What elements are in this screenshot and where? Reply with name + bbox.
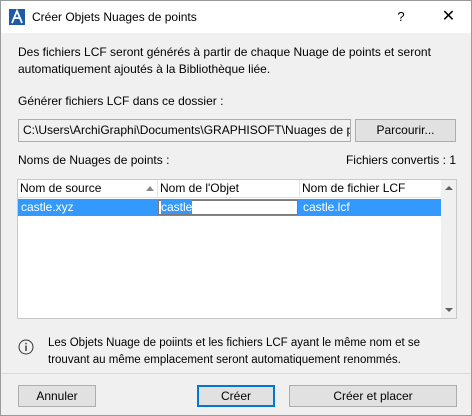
rename-notice: Les Objets Nuage de poiints et les fichi… bbox=[48, 335, 448, 369]
scroll-down-icon[interactable] bbox=[445, 308, 453, 312]
cancel-button[interactable]: Annuler bbox=[18, 385, 96, 407]
description-line-1: Des fichiers LCF seront générés à partir… bbox=[18, 45, 431, 59]
vertical-scrollbar[interactable] bbox=[441, 180, 456, 318]
scroll-up-icon[interactable] bbox=[445, 186, 453, 190]
rename-notice-line-2: trouvant au même emplacement seront auto… bbox=[48, 354, 401, 366]
description-text: Des fichiers LCF seront générés à partir… bbox=[18, 44, 458, 78]
close-button[interactable]: ✕ bbox=[426, 1, 471, 33]
window-title: Créer Objets Nuages de points bbox=[32, 10, 197, 24]
title-bar: Créer Objets Nuages de points ? ✕ bbox=[1, 1, 471, 33]
converted-files-count: Fichiers convertis : 1 bbox=[345, 153, 456, 167]
folder-label: Générer fichiers LCF dans ce dossier : bbox=[18, 94, 224, 108]
create-and-place-button[interactable]: Créer et placer bbox=[289, 385, 457, 407]
browse-button[interactable]: Parcourir... bbox=[355, 119, 456, 142]
cell-source-name: castle.xyz bbox=[21, 200, 74, 214]
object-name-value: castle bbox=[161, 200, 193, 214]
footer-divider bbox=[1, 373, 471, 374]
create-button[interactable]: Créer bbox=[197, 385, 275, 407]
dialog-window: Créer Objets Nuages de points ? ✕ Des fi… bbox=[0, 0, 472, 416]
point-cloud-names-label: Noms de Nuages de points : bbox=[18, 153, 170, 167]
table-header: Nom de source Nom de l'Objet Nom de fich… bbox=[18, 180, 441, 198]
archicad-icon bbox=[9, 8, 25, 25]
cell-lcf-name: castle.lcf bbox=[303, 200, 350, 214]
column-header-lcf[interactable]: Nom de fichier LCF bbox=[300, 180, 441, 198]
folder-path-field[interactable]: C:\Users\ArchiGraphi\Documents\GRAPHISOF… bbox=[18, 119, 351, 142]
help-button[interactable]: ? bbox=[386, 1, 416, 33]
column-header-label: Nom de source bbox=[20, 181, 102, 195]
description-line-2: automatiquement ajoutés à la Bibliothèqu… bbox=[18, 62, 271, 76]
column-header-source[interactable]: Nom de source bbox=[18, 180, 158, 198]
object-name-input[interactable]: castle bbox=[158, 200, 298, 215]
sort-ascending-icon bbox=[146, 186, 154, 191]
column-header-object[interactable]: Nom de l'Objet bbox=[158, 180, 300, 198]
rename-notice-line-1: Les Objets Nuage de poiints et les fichi… bbox=[48, 337, 421, 349]
info-icon bbox=[18, 339, 34, 355]
column-header-label: Nom de l'Objet bbox=[160, 181, 239, 195]
table-row[interactable]: castle.xyz castle castle.lcf bbox=[18, 199, 441, 216]
point-cloud-table: Nom de source Nom de l'Objet Nom de fich… bbox=[17, 179, 457, 319]
column-header-label: Nom de fichier LCF bbox=[302, 181, 406, 195]
